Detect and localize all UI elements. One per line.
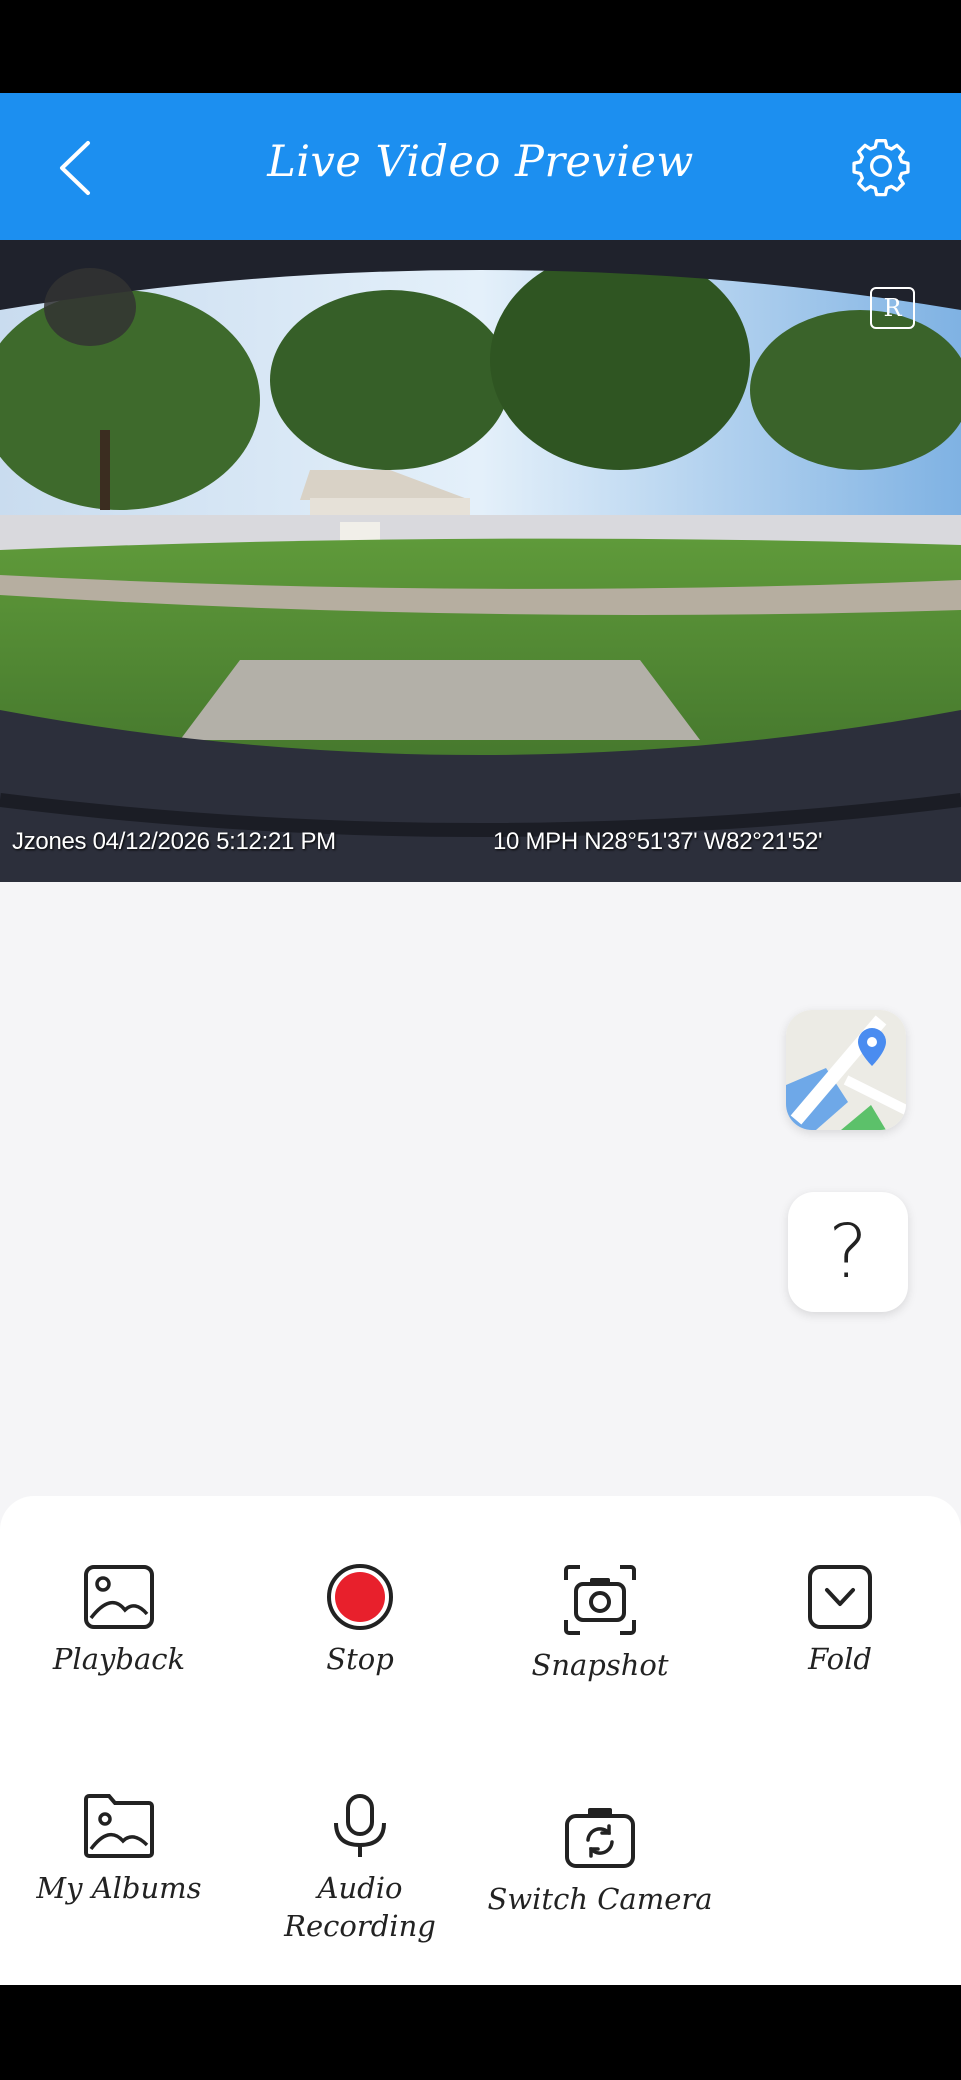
map-icon <box>786 1010 906 1130</box>
rear-camera-badge: R <box>870 287 915 329</box>
osd-timestamp: Jzones 04/12/2026 5:12:21 PM <box>12 828 336 855</box>
settings-button[interactable] <box>848 133 914 199</box>
header-bar: Live Video Preview <box>0 93 961 240</box>
audio-recording-label-line2: Recording <box>284 1909 436 1943</box>
gear-icon <box>852 139 910 197</box>
stop-button[interactable]: Stop <box>250 1564 470 1678</box>
page-title: Live Video Preview <box>267 137 694 187</box>
chevron-down-box-icon <box>808 1565 872 1629</box>
camera-snapshot-icon <box>564 1565 636 1635</box>
system-nav-bar <box>0 1985 961 2080</box>
snapshot-label: Snapshot <box>531 1648 669 1682</box>
switch-camera-button[interactable]: Switch Camera <box>480 1804 720 1918</box>
status-bar <box>0 0 961 93</box>
playback-label: Playback <box>52 1642 186 1676</box>
my-albums-button[interactable]: My Albums <box>9 1793 229 1907</box>
map-button[interactable] <box>786 1010 906 1130</box>
help-button[interactable]: ? <box>788 1192 908 1312</box>
image-icon <box>84 1565 154 1629</box>
audio-recording-button[interactable]: Audio Recording <box>250 1793 470 1945</box>
switch-camera-icon <box>565 1808 635 1868</box>
fold-button[interactable]: Fold <box>730 1564 950 1678</box>
microphone-icon <box>334 1794 386 1857</box>
snapshot-button[interactable]: Snapshot <box>490 1564 710 1684</box>
audio-recording-label-line1: Audio <box>317 1871 403 1905</box>
fold-label: Fold <box>808 1642 872 1676</box>
playback-button[interactable]: Playback <box>9 1564 229 1678</box>
live-video-feed[interactable]: R Jzones 04/12/2026 5:12:21 PM 10 MPH N2… <box>0 240 961 882</box>
album-icon <box>84 1794 154 1858</box>
record-stop-icon <box>327 1564 393 1630</box>
recording-indicator <box>44 268 136 346</box>
osd-gps: 10 MPH N28°51'37' W82°21'52' <box>493 828 823 855</box>
stop-label: Stop <box>326 1642 394 1676</box>
help-icon: ? <box>828 1209 868 1295</box>
switch-camera-label: Switch Camera <box>487 1882 713 1916</box>
camera-scene-image <box>0 240 961 882</box>
my-albums-label: My Albums <box>36 1871 202 1905</box>
control-panel: Playback Stop Snapshot Fold My Albums Au… <box>0 1496 961 1985</box>
